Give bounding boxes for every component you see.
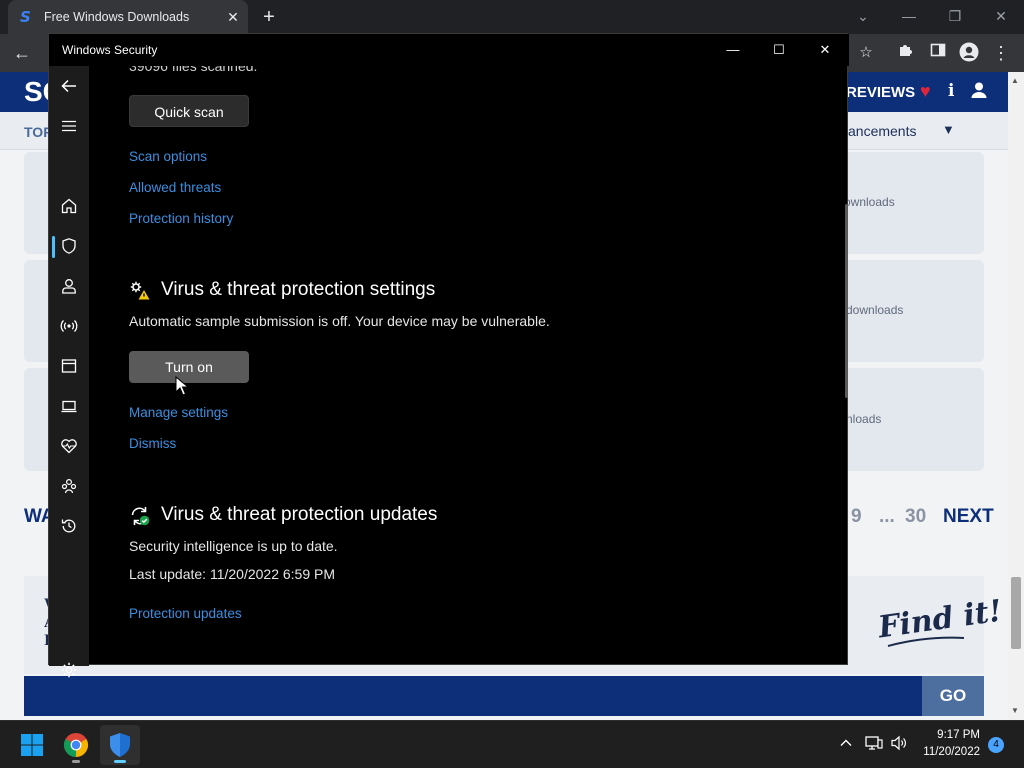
windows-taskbar: 9:17 PM 11/20/2022 4 [0,720,1024,768]
profile-avatar-icon[interactable] [958,42,980,64]
updates-status-text: Security intelligence is up to date. [129,538,338,554]
chrome-menu-icon[interactable]: ⋮ [990,42,1012,64]
nav-reviews-link[interactable]: REVIEWS [846,84,915,101]
extensions-puzzle-icon[interactable] [895,42,917,64]
running-indicator [72,760,80,763]
scroll-down-arrow-icon[interactable]: ▼ [1011,706,1019,715]
files-scanned-text: 39096 files scanned. [129,66,258,74]
virus-threat-protection-page: 39096 files scanned. Quick scan Scan opt… [89,66,849,666]
card-downloads-link[interactable]: nloads [846,412,881,426]
page-scrollbar[interactable]: ▲ ▼ [1008,72,1024,720]
protection-history-link[interactable]: Protection history [129,211,233,226]
device-security-laptop-icon[interactable] [57,394,81,418]
browser-tab[interactable]: S Free Windows Downloads ✕ [8,0,248,34]
page-scrollbar-thumb[interactable] [1011,577,1021,649]
network-monitor-icon[interactable] [864,735,884,755]
window-titlebar[interactable]: Windows Security — ☐ ✕ [49,34,849,66]
settings-warning-text: Automatic sample submission is off. Your… [129,313,550,329]
settings-section-heading: Virus & threat protection settings [161,279,436,300]
card-downloads-link[interactable]: downloads [846,303,903,317]
tab-title: Free Windows Downloads [44,10,190,24]
page-30-link[interactable]: 30 [905,506,926,528]
window-title: Windows Security [62,43,158,57]
protection-updates-link[interactable]: Protection updates [129,606,242,621]
next-page-link[interactable]: NEXT [943,506,994,528]
dropdown-caret-icon[interactable]: ▼ [942,122,955,137]
turn-on-button[interactable]: Turn on [129,351,249,383]
clock-time[interactable]: 9:17 PM [900,729,980,741]
softonic-favicon-icon: S [20,8,31,26]
device-health-heart-icon[interactable] [57,434,81,458]
back-arrow-icon[interactable] [57,74,81,98]
tray-overflow-chevron-icon[interactable] [836,735,856,755]
info-icon[interactable]: i [948,81,954,101]
heart-icon[interactable]: ♥ [920,81,931,102]
browser-close-button[interactable]: ✕ [988,4,1014,28]
mouse-cursor-icon [175,375,190,396]
scan-options-link[interactable]: Scan options [129,149,207,164]
close-button[interactable]: ✕ [814,40,836,60]
home-icon[interactable] [57,194,81,218]
active-nav-indicator [52,236,55,258]
minimize-button[interactable]: — [722,40,744,60]
dismiss-link[interactable]: Dismiss [129,436,176,451]
windows-security-taskbar-icon[interactable] [100,725,140,765]
pagination-ellipsis: ... [879,506,895,527]
tab-strip: S Free Windows Downloads ✕ + ⌄ — ❐ ✕ [0,0,1024,34]
sync-check-icon [129,505,151,527]
security-nav-rail [49,66,89,678]
nav-enhancements-link[interactable]: ancements [848,123,916,139]
go-button[interactable]: GO [922,676,984,716]
active-app-indicator [114,760,126,763]
hamburger-menu-icon[interactable] [57,114,81,138]
bookmark-star-icon[interactable]: ☆ [855,42,877,64]
quick-scan-button[interactable]: Quick scan [129,95,249,127]
app-browser-control-icon[interactable] [57,354,81,378]
chrome-taskbar-icon[interactable] [56,725,96,765]
tab-close-icon[interactable]: ✕ [224,8,242,26]
last-update-text: Last update: 11/20/2022 6:59 PM [129,566,336,582]
manage-settings-link[interactable]: Manage settings [129,405,228,420]
windows-security-window: Windows Security — ☐ ✕ 39096 files scann… [48,33,849,678]
settings-gears-warning-icon [129,280,151,302]
browser-restore-button[interactable]: ❐ [942,4,968,28]
allowed-threats-link[interactable]: Allowed threats [129,180,221,195]
back-arrow-icon[interactable]: ← [10,42,34,64]
shield-icon[interactable] [57,234,81,258]
user-icon[interactable] [970,81,988,99]
notification-count-badge[interactable]: 4 [988,737,1004,753]
browser-minimize-button[interactable]: — [896,4,922,28]
firewall-network-icon[interactable] [57,314,81,338]
tab-search-chevron-icon[interactable]: ⌄ [850,4,876,28]
maximize-button[interactable]: ☐ [768,40,790,60]
page-9-link[interactable]: 9 [851,506,862,528]
updates-section-heading: Virus & threat protection updates [161,504,438,525]
family-options-icon[interactable] [57,474,81,498]
settings-gear-icon[interactable] [57,658,81,682]
protection-history-icon[interactable] [57,514,81,538]
side-panel-icon[interactable] [927,42,949,64]
card-downloads-link[interactable]: ownloads [844,195,895,209]
site-search-bar[interactable] [24,676,922,716]
new-tab-button[interactable]: + [258,6,280,28]
clock-date[interactable]: 11/20/2022 [900,746,980,758]
content-scrollbar[interactable] [845,204,848,398]
start-button-windows-icon[interactable] [12,725,52,765]
slogan-underline [887,636,965,647]
scroll-up-arrow-icon[interactable]: ▲ [1011,76,1019,85]
account-person-icon[interactable] [57,274,81,298]
